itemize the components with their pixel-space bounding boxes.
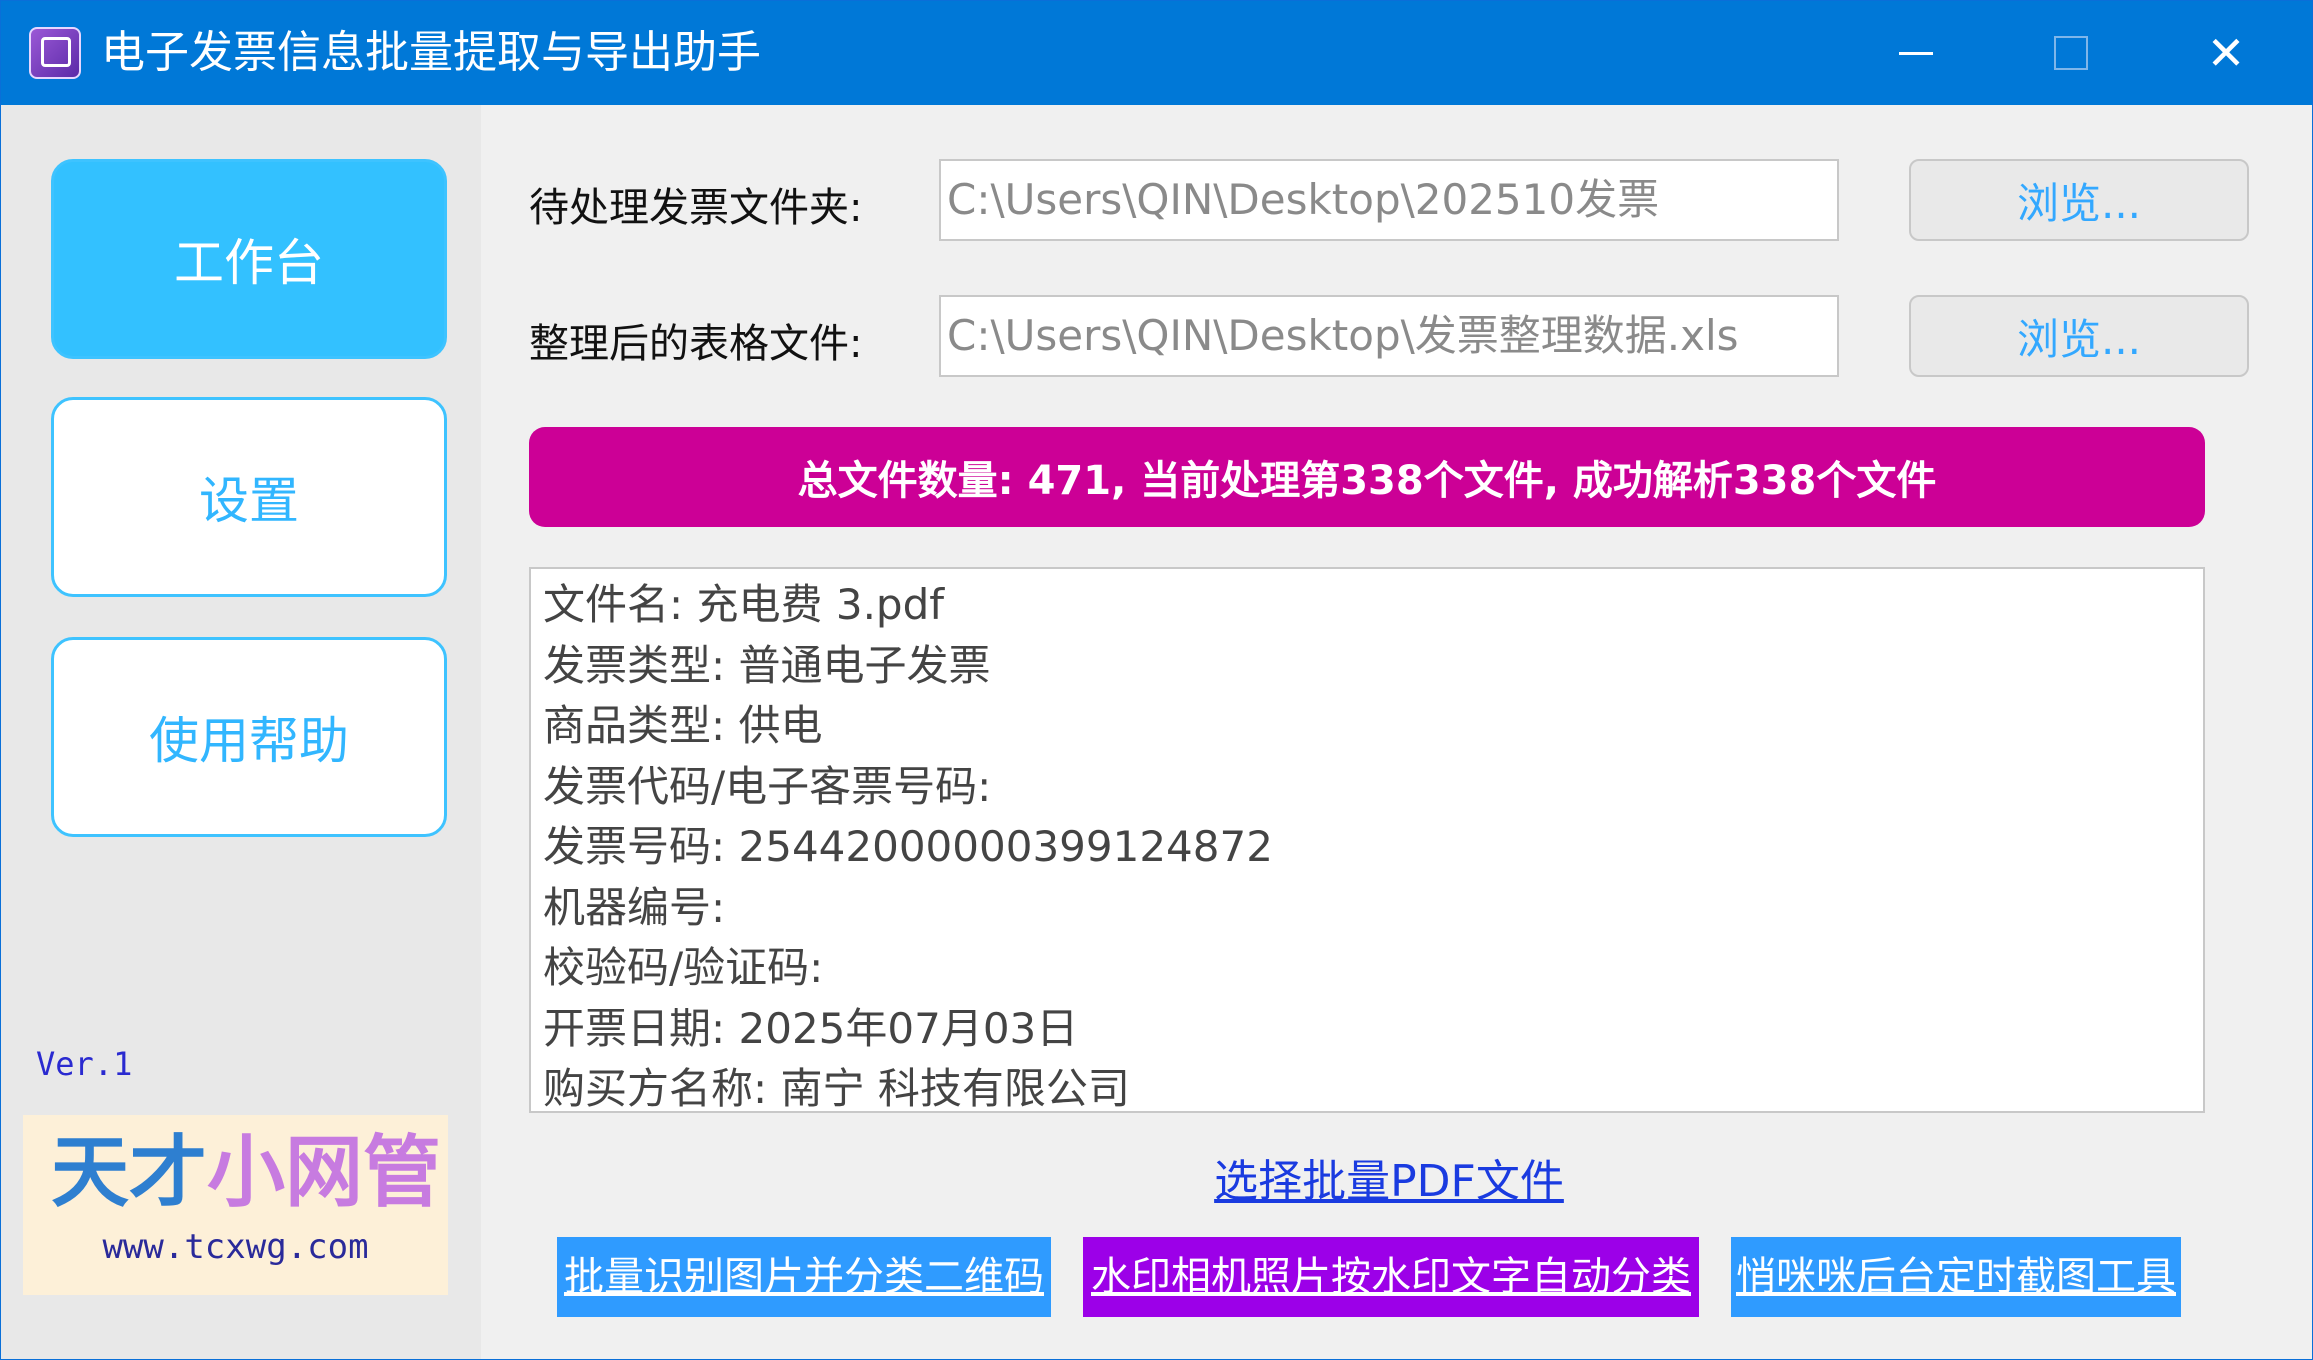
log-line: 商品类型: 供电: [543, 701, 823, 750]
input-folder-field[interactable]: C:\Users\QIN\Desktop\202510发票: [939, 159, 1839, 241]
log-line: 机器编号:: [543, 882, 726, 932]
brand-name-part1: 天才: [51, 1128, 208, 1218]
browse-output-file-button[interactable]: 浏览...: [1909, 295, 2249, 377]
log-line: 发票类型: 普通电子发票: [543, 640, 991, 690]
log-line: 发票代码/电子客票号码:: [543, 761, 992, 811]
output-file-label: 整理后的表格文件:: [529, 321, 863, 367]
nav-help-label: 使用帮助: [149, 712, 349, 770]
nav-settings-label: 设置: [199, 472, 299, 530]
brand-logo[interactable]: 天才小网管 www.tcxwg.com: [23, 1115, 448, 1295]
watermark-classify-tool-link[interactable]: 水印相机照片按水印文字自动分类: [1083, 1237, 1699, 1317]
app-window: 电子发票信息批量提取与导出助手 ✕ 工作台 设置 使用帮助 Ver.1 天才小网…: [0, 0, 2313, 1360]
log-line: 开票日期: 2025年07月03日: [543, 1003, 1079, 1053]
nav-help-button[interactable]: 使用帮助: [51, 637, 447, 837]
progress-status-bar: 总文件数量: 471, 当前处理第338个文件, 成功解析338个文件: [529, 427, 2205, 527]
app-icon: [29, 27, 81, 79]
main-panel: 待处理发票文件夹: C:\Users\QIN\Desktop\202510发票 …: [481, 105, 2312, 1359]
brand-name: 天才小网管: [51, 1125, 441, 1221]
sidebar: 工作台 设置 使用帮助 Ver.1 天才小网管 www.tcxwg.com: [1, 105, 481, 1359]
log-line: 校验码/验证码:: [543, 943, 824, 992]
minimize-icon: [1899, 51, 1933, 55]
input-folder-label: 待处理发票文件夹:: [529, 185, 863, 231]
log-line: 发票号码: 25442000000399124872: [543, 822, 1273, 871]
qr-classify-tool-link[interactable]: 批量识别图片并分类二维码: [557, 1237, 1051, 1317]
nav-settings-button[interactable]: 设置: [51, 397, 447, 597]
brand-name-part2: 小网管: [207, 1128, 442, 1218]
maximize-button[interactable]: [1996, 1, 2146, 105]
browse-input-folder-label: 浏览...: [2016, 178, 2142, 228]
window-title: 电子发票信息批量提取与导出助手: [101, 27, 761, 78]
nav-workbench-button[interactable]: 工作台: [51, 159, 447, 359]
close-icon: ✕: [2206, 26, 2246, 80]
close-button[interactable]: ✕: [2151, 1, 2301, 105]
screenshot-tool-link[interactable]: 悄咪咪后台定时截图工具: [1731, 1237, 2181, 1317]
maximize-icon: [2054, 36, 2088, 70]
brand-url: www.tcxwg.com: [102, 1227, 369, 1267]
browse-output-file-label: 浏览...: [2016, 314, 2142, 364]
browse-input-folder-button[interactable]: 浏览...: [1909, 159, 2249, 241]
version-label: Ver.1: [36, 1045, 133, 1083]
invoice-info-textarea[interactable]: 文件名: 充电费 3.pdf 发票类型: 普通电子发票 商品类型: 供电 发票代…: [529, 567, 2205, 1113]
minimize-button[interactable]: [1841, 1, 1991, 105]
log-line: 文件名: 充电费 3.pdf: [543, 580, 945, 629]
output-file-field[interactable]: C:\Users\QIN\Desktop\发票整理数据.xls: [939, 295, 1839, 377]
nav-workbench-label: 工作台: [174, 234, 324, 292]
log-line: 购买方名称: 南宁 科技有限公司: [543, 1064, 1130, 1113]
select-pdf-link[interactable]: 选择批量PDF文件: [481, 1145, 2297, 1209]
title-bar: 电子发票信息批量提取与导出助手 ✕: [1, 1, 2312, 105]
progress-status-text: 总文件数量: 471, 当前处理第338个文件, 成功解析338个文件: [797, 458, 1937, 504]
